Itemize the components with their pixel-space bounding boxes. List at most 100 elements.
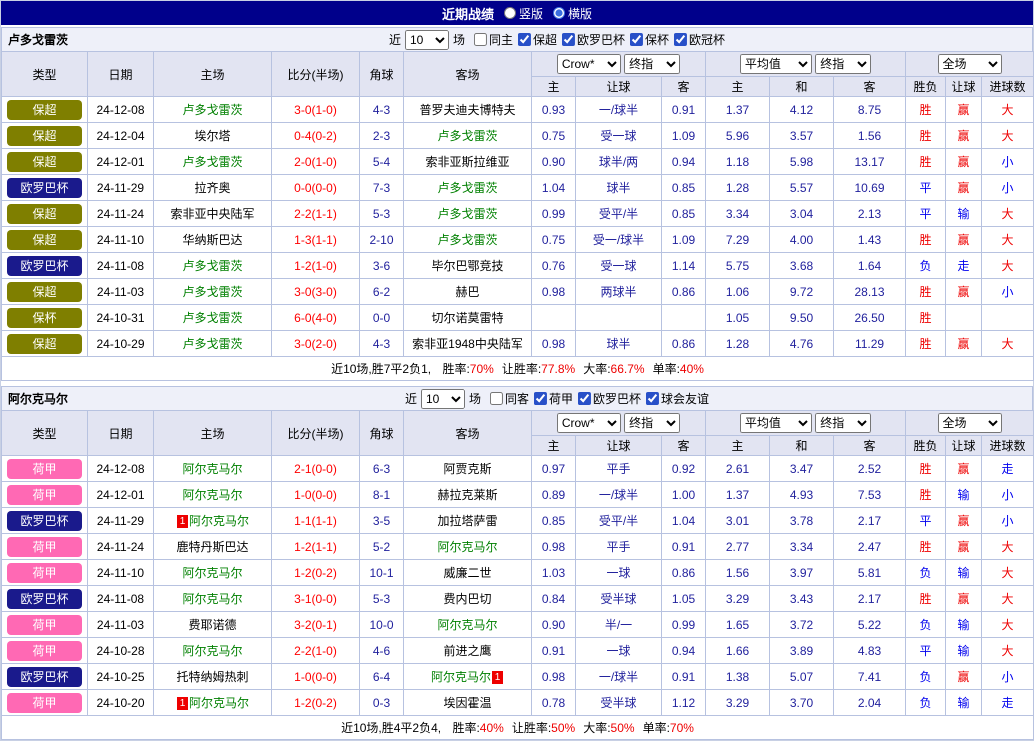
handicap-odds-away: 1.09 <box>662 123 706 149</box>
filter-checkbox[interactable] <box>646 392 659 405</box>
match-count-select[interactable]: 10 <box>405 30 449 50</box>
filter-option-同客[interactable]: 同客 <box>485 390 529 407</box>
team-cell: 鹿特丹斯巴达 <box>154 534 272 560</box>
filter-label: 保杯 <box>645 31 669 48</box>
result-handicap: 赢 <box>946 508 982 534</box>
col-odds-home: 主 <box>532 77 576 97</box>
handicap-odds-away: 0.86 <box>662 331 706 357</box>
avg-kind-select[interactable]: 终指 <box>815 413 871 433</box>
team-cell: 卢多戈雷茨 <box>154 305 272 331</box>
filter-option-欧罗巴杯[interactable]: 欧罗巴杯 <box>573 390 641 407</box>
avg-kind-select[interactable]: 终指 <box>815 54 871 74</box>
filter-checkbox[interactable] <box>674 33 687 46</box>
col-corner: 角球 <box>360 52 404 97</box>
result-outcome: 胜 <box>906 227 946 253</box>
summary-stat: 胜率:40% <box>452 721 503 735</box>
handicap-odds-away: 0.94 <box>662 638 706 664</box>
team-cell: 毕尔巴鄂竞技 <box>404 253 532 279</box>
avg-odds-home: 1.37 <box>706 482 770 508</box>
opponent-team-name: 赫拉克莱斯 <box>437 488 497 502</box>
handicap-odds-home: 0.75 <box>532 227 576 253</box>
avg-select[interactable]: 平均值 <box>740 413 812 433</box>
filter-option-同主[interactable]: 同主 <box>469 31 513 48</box>
handicap-odds-away: 0.86 <box>662 279 706 305</box>
filter-checkbox[interactable] <box>562 33 575 46</box>
scope-select[interactable]: 全场 <box>938 413 1002 433</box>
match-score: 1-2(0-2) <box>272 690 360 716</box>
filter-checkbox[interactable] <box>474 33 487 46</box>
col-corner: 角球 <box>360 411 404 456</box>
layout-radio-vertical[interactable] <box>504 7 516 19</box>
filter-checkbox[interactable] <box>578 392 591 405</box>
result-goals: 小 <box>982 175 1034 201</box>
filter-label: 荷甲 <box>549 390 573 407</box>
league-badge: 保超 <box>7 334 82 354</box>
team-cell: 卢多戈雷茨 <box>154 253 272 279</box>
handicap-line: 半/一 <box>576 612 662 638</box>
match-score: 2-0(1-0) <box>272 149 360 175</box>
stat-label: 胜率: <box>452 721 479 735</box>
result-outcome: 胜 <box>906 305 946 331</box>
match-score: 1-2(0-2) <box>272 560 360 586</box>
handicap-odds-home: 0.90 <box>532 149 576 175</box>
stat-value: 40% <box>680 362 704 376</box>
filter-option-欧冠杯[interactable]: 欧冠杯 <box>669 31 725 48</box>
summary-prefix: 近10场,胜7平2负1, <box>331 362 434 376</box>
filter-checkbox[interactable] <box>518 33 531 46</box>
focal-team-name: 卢多戈雷茨 <box>182 103 242 117</box>
focal-team-name: 阿尔克马尔 <box>437 540 497 554</box>
section-team-name: 阿尔克马尔 <box>8 390 68 407</box>
summary-stat: 让胜率:77.8% <box>502 362 575 376</box>
filter-checkbox[interactable] <box>630 33 643 46</box>
avg-select[interactable]: 平均值 <box>740 54 812 74</box>
result-handicap: 赢 <box>946 279 982 305</box>
team-cell: 卢多戈雷茨 <box>404 123 532 149</box>
section-filters: 近 10 场 同主保超欧罗巴杯保杯欧冠杯 <box>387 30 727 50</box>
match-row: 荷甲24-11-03费耶诺德3-2(0-1)10-0阿尔克马尔0.90半/一0.… <box>2 612 1034 638</box>
league-cell: 荷甲 <box>2 482 88 508</box>
filter-option-球会友谊[interactable]: 球会友谊 <box>641 390 709 407</box>
avg-odds-draw: 3.57 <box>770 123 834 149</box>
filter-label: 保超 <box>533 31 557 48</box>
team-cell: 阿尔克马尔 <box>404 612 532 638</box>
summary-stat: 大率:66.7% <box>583 362 644 376</box>
match-row: 荷甲24-10-28阿尔克马尔2-2(1-0)4-6前进之鹰0.91一球0.94… <box>2 638 1034 664</box>
layout-option-vertical[interactable]: 竖版 <box>504 5 543 22</box>
odds-company-select[interactable]: Crow* <box>557 54 621 74</box>
avg-odds-draw: 3.97 <box>770 560 834 586</box>
col-away: 客场 <box>404 411 532 456</box>
match-date: 24-10-20 <box>88 690 154 716</box>
filter-option-保超[interactable]: 保超 <box>513 31 557 48</box>
filter-option-荷甲[interactable]: 荷甲 <box>529 390 573 407</box>
filter-option-欧罗巴杯[interactable]: 欧罗巴杯 <box>557 31 625 48</box>
odds-company-select[interactable]: Crow* <box>557 413 621 433</box>
avg-odds-draw: 3.89 <box>770 638 834 664</box>
league-badge: 欧罗巴杯 <box>7 667 82 687</box>
avg-odds-home: 1.65 <box>706 612 770 638</box>
layout-label-vertical: 竖版 <box>519 5 543 22</box>
team-cell: 阿尔克马尔1 <box>404 664 532 690</box>
stat-value: 50% <box>611 721 635 735</box>
handicap-odds-away: 1.12 <box>662 690 706 716</box>
scope-select[interactable]: 全场 <box>938 54 1002 74</box>
avg-odds-away: 2.17 <box>834 508 906 534</box>
odds-kind-select[interactable]: 终指 <box>624 54 680 74</box>
team-cell: 费内巴切 <box>404 586 532 612</box>
filter-option-保杯[interactable]: 保杯 <box>625 31 669 48</box>
opponent-team-name: 拉齐奥 <box>194 181 230 195</box>
avg-odds-away: 8.75 <box>834 97 906 123</box>
team-cell: 索非亚1948中央陆军 <box>404 331 532 357</box>
league-badge: 荷甲 <box>7 563 82 583</box>
layout-radio-horizontal[interactable] <box>553 7 565 19</box>
avg-odds-home: 3.01 <box>706 508 770 534</box>
filter-checkbox[interactable] <box>490 392 503 405</box>
stat-value: 70% <box>670 721 694 735</box>
filter-checkbox[interactable] <box>534 392 547 405</box>
match-count-select[interactable]: 10 <box>421 389 465 409</box>
handicap-line: 平手 <box>576 456 662 482</box>
odds-kind-select[interactable]: 终指 <box>624 413 680 433</box>
match-date: 24-11-08 <box>88 253 154 279</box>
layout-option-horizontal[interactable]: 横版 <box>553 5 592 22</box>
league-cell: 欧罗巴杯 <box>2 253 88 279</box>
team-cell: 1阿尔克马尔 <box>154 508 272 534</box>
